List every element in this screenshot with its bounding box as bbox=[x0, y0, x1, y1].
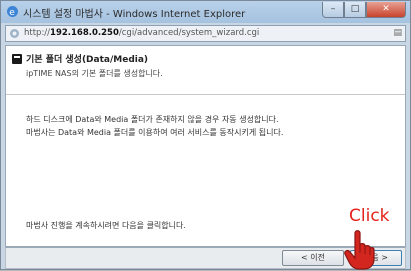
page-subtitle: ipTIME NAS의 기본 폴더를 생성합니다. bbox=[26, 69, 163, 78]
window-title: 시스템 설정 마법사 - Windows Internet Explorer bbox=[23, 9, 246, 20]
description-line-2: 마법사는 Data와 Media 폴더를 이용하여 여러 서비스를 동작시키게 … bbox=[26, 128, 284, 137]
folder-title-icon bbox=[12, 54, 22, 64]
prev-button[interactable]: < 이전 bbox=[282, 250, 344, 266]
close-icon[interactable]: ✕ bbox=[366, 2, 406, 18]
page-title: 기본 폴더 생성(Data/Media) bbox=[26, 55, 149, 65]
wizard-header: 기본 폴더 생성(Data/Media) ipTIME NAS의 기본 폴더를 … bbox=[6, 46, 405, 95]
wizard-content: 기본 폴더 생성(Data/Media) ipTIME NAS의 기본 폴더를 … bbox=[5, 45, 406, 247]
page-action-icon[interactable]: ▤ bbox=[393, 28, 402, 38]
pointing-hand-icon bbox=[344, 230, 375, 270]
caption-buttons: – □ ✕ bbox=[322, 2, 406, 18]
svg-text:e: e bbox=[9, 8, 15, 18]
browser-window: e 시스템 설정 마법사 - Windows Internet Explorer… bbox=[0, 0, 411, 270]
url-text: http://192.168.0.250/cgi/advanced/system… bbox=[24, 28, 260, 38]
page-icon bbox=[10, 29, 19, 38]
address-bar[interactable]: http://192.168.0.250/cgi/advanced/system… bbox=[5, 25, 406, 42]
minimize-icon[interactable]: – bbox=[322, 2, 344, 18]
title-bar: e 시스템 설정 마법사 - Windows Internet Explorer… bbox=[1, 1, 410, 23]
click-annotation: Click bbox=[349, 206, 390, 226]
proceed-instruction: 마법사 진행을 계속하시려면 다음을 클릭합니다. bbox=[26, 221, 186, 230]
maximize-icon[interactable]: □ bbox=[344, 2, 366, 18]
ie-icon: e bbox=[7, 6, 18, 18]
description-line-1: 하드 디스크에 Data와 Media 폴더가 존재하지 않을 경우 자동 생성… bbox=[26, 115, 279, 124]
